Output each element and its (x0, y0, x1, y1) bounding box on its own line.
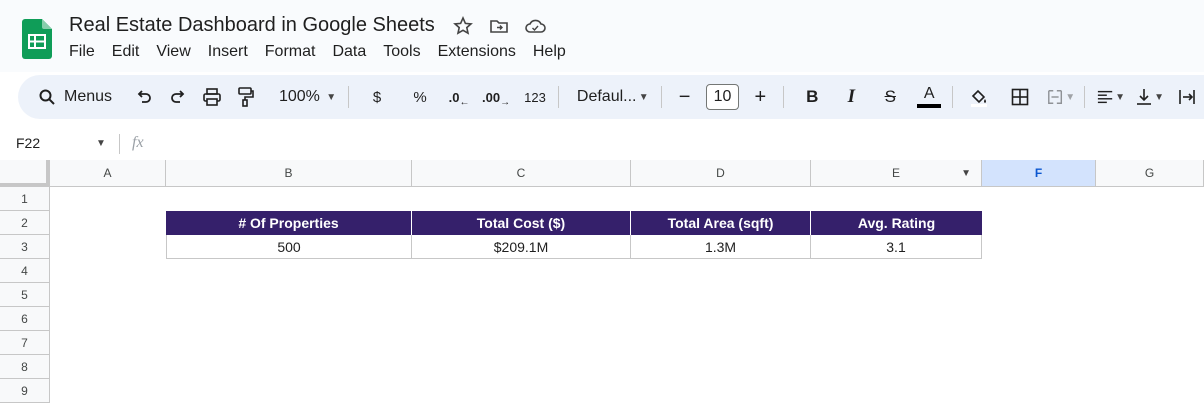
column-header-a[interactable]: A (50, 160, 166, 187)
menu-view[interactable]: View (156, 43, 198, 61)
decrease-font-size-button[interactable]: − (671, 83, 699, 111)
decrease-decimal-label: .0 (448, 89, 460, 105)
undo-icon[interactable] (130, 83, 158, 111)
fx-icon: fx (132, 134, 144, 151)
chevron-down-icon: ▼ (638, 91, 649, 103)
horizontal-align-icon[interactable]: ▼ (1097, 83, 1125, 111)
chevron-down-icon[interactable]: ▼ (961, 168, 971, 179)
spreadsheet-grid[interactable]: A B C D E ▼ F G 1 2 3 4 5 6 7 8 9 # Of P… (0, 160, 1204, 403)
row-header-3[interactable]: 3 (0, 235, 50, 259)
increase-decimal-label: .00 (481, 89, 501, 105)
row-header-8[interactable]: 8 (0, 355, 50, 379)
select-all-corner[interactable] (0, 160, 50, 187)
menu-file[interactable]: File (69, 43, 103, 61)
toolbar-divider (783, 86, 785, 108)
menu-search-label: Menus (64, 88, 113, 105)
column-header-g[interactable]: G (1096, 160, 1204, 187)
paint-format-icon[interactable] (232, 83, 260, 111)
chevron-down-icon: ▼ (326, 91, 337, 103)
name-box[interactable]: F22 (16, 135, 40, 151)
increase-decimal-button[interactable]: .00 → (482, 83, 510, 111)
text-wrapping-icon[interactable] (1173, 83, 1201, 111)
menu-edit[interactable]: Edit (112, 43, 148, 61)
row-header-9[interactable]: 9 (0, 379, 50, 403)
column-header-e-label: E (891, 166, 900, 180)
menu-tools[interactable]: Tools (383, 43, 428, 61)
merge-cells-icon[interactable]: ▼ (1047, 83, 1075, 111)
search-icon (38, 88, 56, 106)
zoom-select[interactable]: 100% ▼ (269, 88, 336, 106)
currency-format-button[interactable]: $ (363, 83, 391, 111)
text-color-button[interactable]: A (915, 83, 943, 111)
vertical-align-icon[interactable]: ▼ (1136, 83, 1164, 111)
menu-search[interactable]: Menus (28, 81, 127, 113)
menu-format[interactable]: Format (265, 43, 324, 61)
row-header-7[interactable]: 7 (0, 331, 50, 355)
column-header-c[interactable]: C (412, 160, 631, 187)
toolbar-divider (952, 86, 954, 108)
italic-button[interactable]: I (837, 83, 865, 111)
strikethrough-button[interactable]: S (876, 83, 904, 111)
bold-button[interactable]: B (798, 83, 826, 111)
star-icon[interactable] (452, 15, 474, 37)
toolbar-divider (348, 86, 350, 108)
borders-icon[interactable] (1006, 83, 1034, 111)
table-header-avg-rating[interactable]: Avg. Rating (811, 211, 982, 235)
chevron-down-icon: ▼ (1154, 91, 1164, 103)
chevron-down-icon[interactable]: ▼ (96, 138, 106, 149)
row-header-1[interactable]: 1 (0, 187, 50, 211)
sheets-logo-icon[interactable] (22, 19, 52, 59)
cloud-saved-icon[interactable] (524, 15, 546, 37)
table-header-properties[interactable]: # Of Properties (166, 211, 412, 235)
decrease-decimal-button[interactable]: .0 ← (445, 83, 473, 111)
chevron-down-icon: ▼ (1115, 91, 1126, 103)
text-color-label: A (923, 85, 935, 102)
document-title[interactable]: Real Estate Dashboard in Google Sheets (69, 14, 435, 37)
row-header-5[interactable]: 5 (0, 283, 50, 307)
menu-bar: File Edit View Insert Format Data Tools … (69, 43, 583, 61)
toolbar-divider (660, 86, 662, 108)
arrow-right-icon: → (500, 96, 511, 108)
increase-font-size-button[interactable]: + (746, 83, 774, 111)
formula-bar-divider (119, 134, 120, 154)
toolbar: Menus 100% ▼ $ % .0 ← .00 → 123 Defaul..… (18, 75, 1204, 119)
table-header-total-cost[interactable]: Total Cost ($) (412, 211, 631, 235)
print-icon[interactable] (198, 83, 226, 111)
title-bar: Real Estate Dashboard in Google Sheets F… (0, 0, 1204, 72)
table-value-properties[interactable]: 500 (166, 235, 412, 259)
toolbar-divider (558, 86, 559, 108)
column-header-b[interactable]: B (166, 160, 412, 187)
text-color-swatch (917, 104, 942, 108)
menu-extensions[interactable]: Extensions (438, 43, 524, 61)
zoom-value: 100% (278, 88, 320, 105)
row-header-2[interactable]: 2 (0, 211, 50, 235)
menu-insert[interactable]: Insert (208, 43, 256, 61)
formula-bar: F22 ▼ fx (0, 129, 1204, 159)
fill-color-icon[interactable] (965, 83, 993, 111)
redo-icon[interactable] (164, 83, 192, 111)
column-header-e[interactable]: E ▼ (811, 160, 982, 187)
toolbar-divider (1084, 86, 1086, 108)
move-folder-icon[interactable] (488, 15, 510, 37)
column-header-d[interactable]: D (631, 160, 811, 187)
font-family-select[interactable]: Defaul... ▼ (571, 88, 649, 106)
table-value-avg-rating[interactable]: 3.1 (811, 235, 982, 259)
font-family-value: Defaul... (576, 88, 637, 105)
more-formats-button[interactable]: 123 (521, 83, 549, 111)
chevron-down-icon: ▼ (1065, 91, 1076, 103)
menu-data[interactable]: Data (332, 43, 374, 61)
menu-help[interactable]: Help (533, 43, 574, 61)
table-header-total-area[interactable]: Total Area (sqft) (631, 211, 811, 235)
row-header-4[interactable]: 4 (0, 259, 50, 283)
table-value-total-cost[interactable]: $209.1M (412, 235, 631, 259)
font-size-input[interactable]: 10 (705, 84, 740, 110)
table-value-total-area[interactable]: 1.3M (631, 235, 811, 259)
arrow-left-icon: ← (459, 96, 470, 108)
column-header-f[interactable]: F (982, 160, 1096, 187)
percent-format-button[interactable]: % (406, 83, 434, 111)
row-header-6[interactable]: 6 (0, 307, 50, 331)
